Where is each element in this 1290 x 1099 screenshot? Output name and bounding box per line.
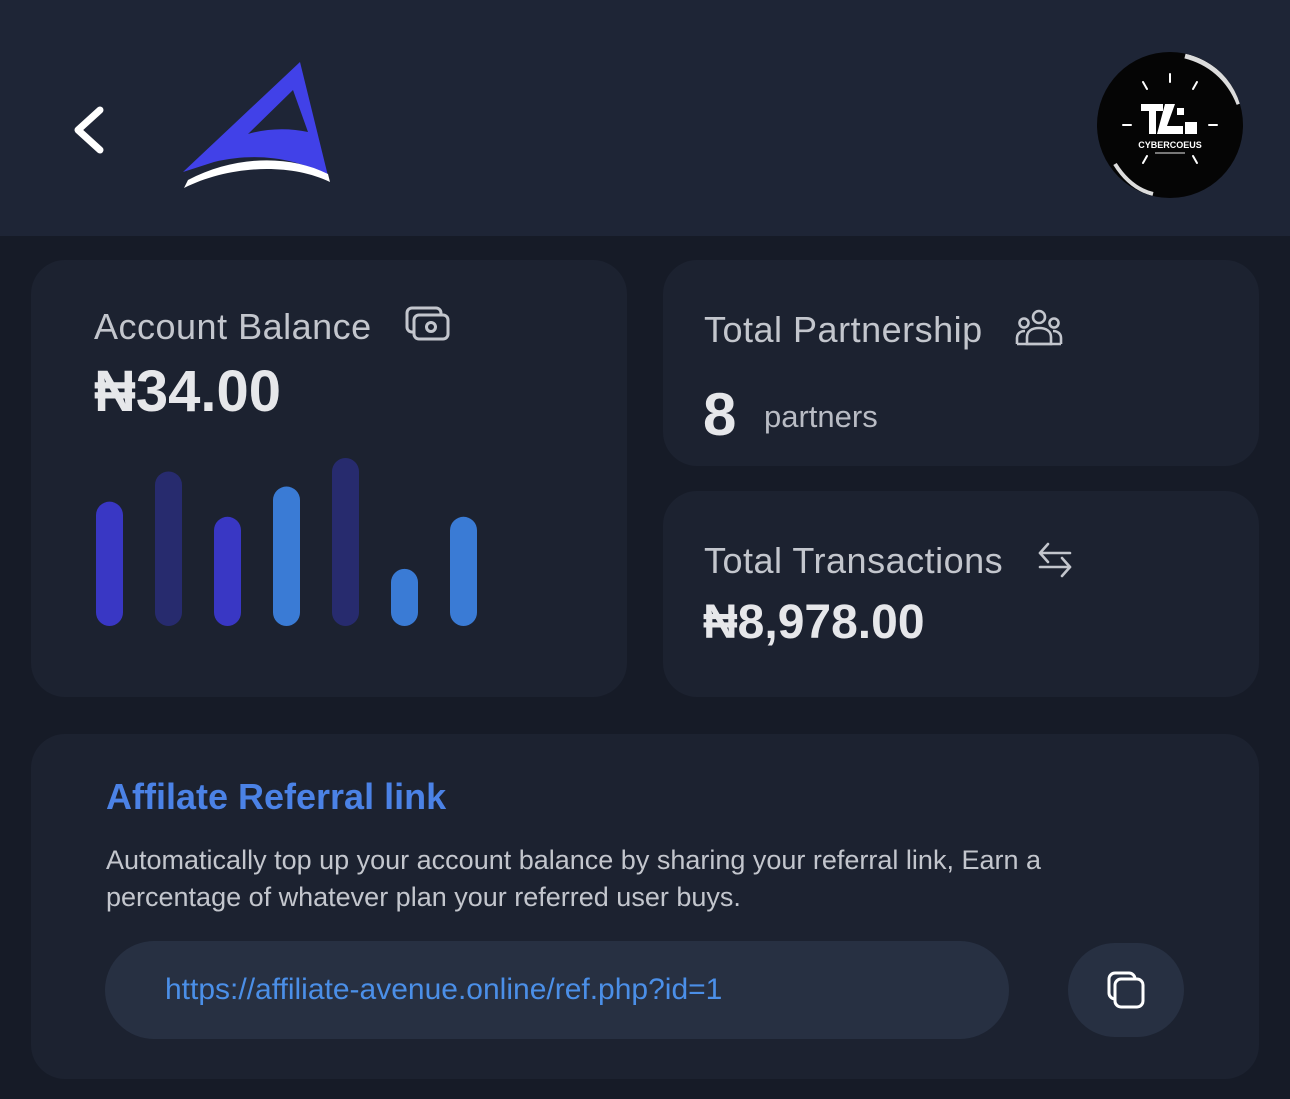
referral-description: Automatically top up your account balanc… <box>106 845 1041 912</box>
balance-bar <box>391 568 418 626</box>
balance-bar <box>273 486 300 626</box>
arrows-exchange-icon <box>1037 541 1073 584</box>
balance-bar <box>155 471 182 626</box>
brand-logo <box>178 58 334 192</box>
chevron-left-icon <box>74 106 104 154</box>
back-button[interactable] <box>60 90 120 170</box>
cash-icon <box>405 306 451 347</box>
top-bar: CYBERCOEUS <box>0 0 1290 236</box>
avatar-text: CYBERCOEUS <box>1138 140 1202 150</box>
copy-icon <box>1107 971 1145 1009</box>
affiliate-dashboard: CYBERCOEUS Account Balance ₦34.00 Total … <box>0 0 1290 1099</box>
total-transactions-label: Total Transactions <box>704 540 1004 581</box>
profile-avatar[interactable]: CYBERCOEUS <box>1097 52 1243 198</box>
account-balance-value: ₦34.00 <box>94 359 282 424</box>
balance-bar <box>450 516 477 626</box>
balance-bar <box>332 458 359 626</box>
account-balance-label: Account Balance <box>94 306 372 347</box>
partners-unit-label: partners <box>764 399 878 434</box>
partner-count: 8 <box>703 381 737 448</box>
account-balance-card: Account Balance ₦34.00 <box>31 260 627 697</box>
copy-link-button[interactable] <box>1068 943 1184 1037</box>
balance-bar <box>96 501 123 626</box>
users-group-icon <box>1015 308 1063 353</box>
total-partnership-card: Total Partnership 8 partners <box>663 260 1259 466</box>
total-transactions-value: ₦8,978.00 <box>703 596 925 649</box>
referral-link-field[interactable]: https://affiliate-avenue.online/ref.php?… <box>105 941 1009 1039</box>
referral-title: Affilate Referral link <box>106 776 447 817</box>
referral-card: Affilate Referral link Automatically top… <box>31 734 1259 1079</box>
total-transactions-card: Total Transactions ₦8,978.00 <box>663 491 1259 697</box>
total-partnership-label: Total Partnership <box>704 309 983 350</box>
balance-bar-chart <box>96 458 477 626</box>
balance-bar <box>214 516 241 626</box>
